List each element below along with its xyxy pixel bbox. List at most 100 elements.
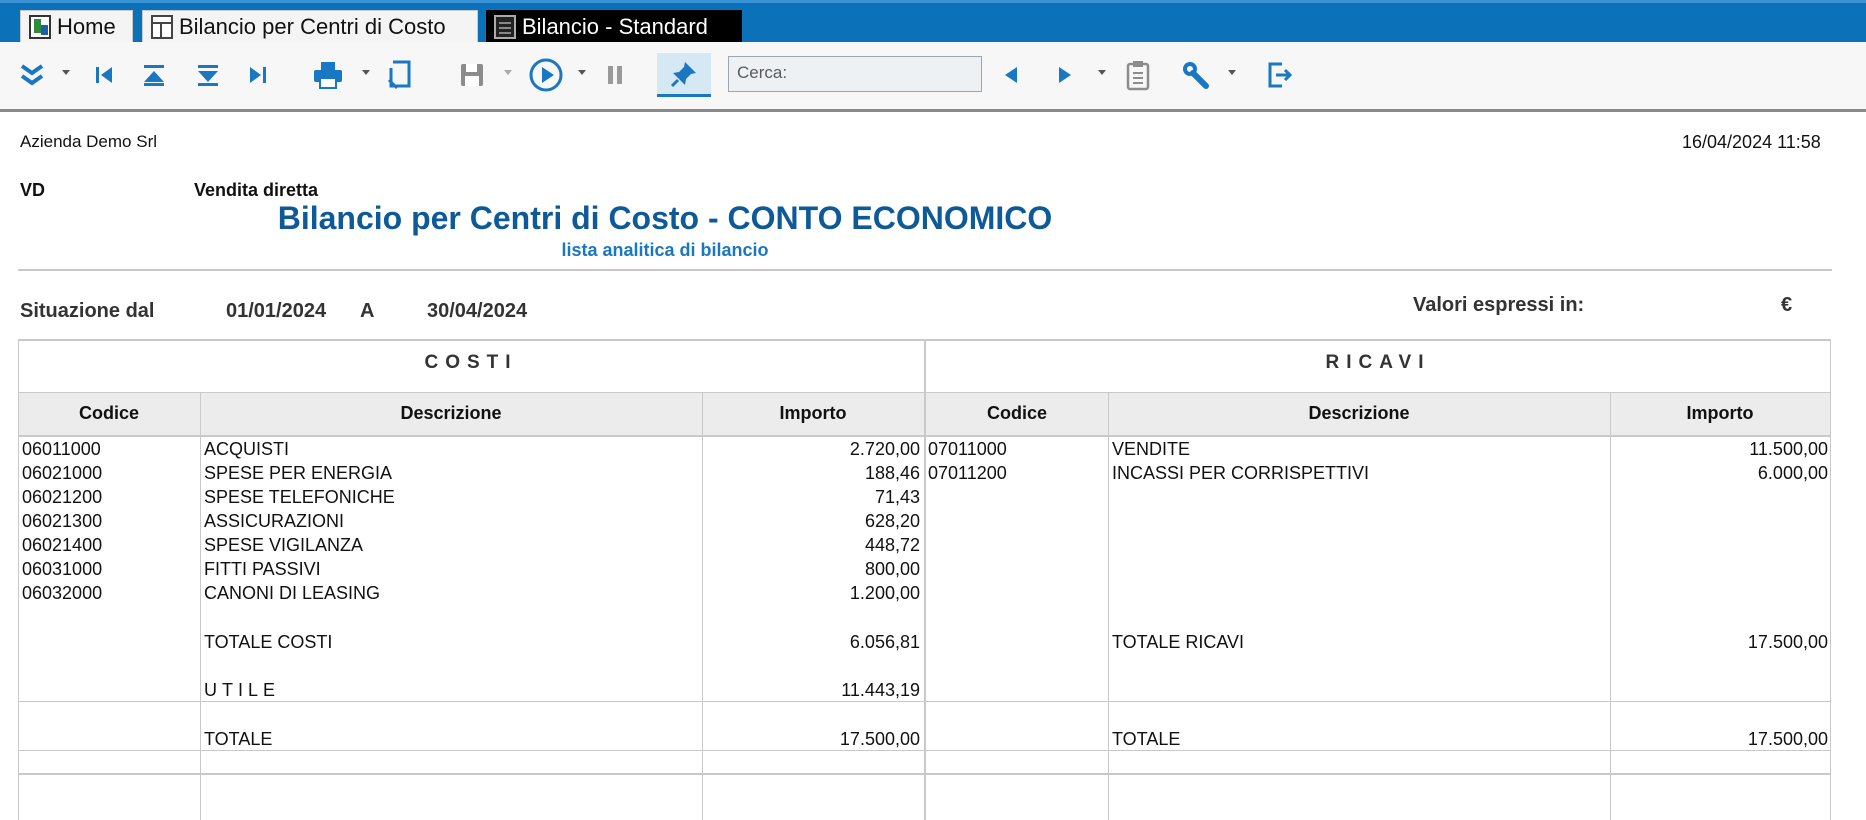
arrow-down-bar-icon: [198, 65, 218, 86]
totale-ricavi-value: 17.500,00: [1747, 632, 1828, 652]
costi-descrizione-cell: SPESE PER ENERGIA: [204, 463, 393, 483]
costi-codice-cell: 06021300: [22, 511, 103, 531]
ricavi-descrizione-header: Descrizione: [1308, 403, 1410, 423]
run-button[interactable]: [526, 53, 566, 97]
settings-button[interactable]: [1176, 53, 1216, 97]
first-page-icon: [96, 67, 112, 83]
col-divider-1: [200, 393, 201, 820]
costi-importo-cell: 188,46: [864, 463, 920, 483]
print-dropdown-arrow[interactable]: [362, 70, 370, 75]
print-preview-button[interactable]: [382, 53, 418, 97]
ricavi-importo-cell: 6.000,00: [1757, 463, 1828, 483]
col-divider-3: [1108, 393, 1109, 820]
costi-importo-cell: 1.200,00: [849, 583, 920, 603]
tab-bilancio-standard[interactable]: Bilancio - Standard: [486, 10, 742, 43]
arrow-up-bar-icon: [144, 65, 164, 86]
previous-page-button[interactable]: [136, 53, 172, 97]
expand-dropdown-arrow[interactable]: [62, 70, 70, 75]
first-page-button[interactable]: [86, 53, 122, 97]
ricavi-codice-cell: 07011000: [928, 439, 1007, 459]
exit-icon: [1268, 62, 1293, 88]
search-placeholder: Cerca:: [737, 63, 788, 82]
tab-home[interactable]: Home: [20, 10, 133, 43]
last-page-button[interactable]: [240, 53, 276, 97]
header-divider: [18, 269, 1832, 271]
tab-label: Bilancio per Centri di Costo: [179, 14, 446, 39]
save-dropdown-arrow[interactable]: [504, 70, 512, 75]
tab-label: Bilancio - Standard: [522, 13, 708, 39]
costi-importo-cell: 448,72: [864, 535, 920, 555]
costi-codice-cell: 06021000: [22, 463, 103, 483]
expand-all-button[interactable]: [14, 53, 50, 97]
totale-ricavi-finale-value: 17.500,00: [1747, 729, 1828, 749]
tab-label: Home: [57, 14, 116, 39]
costi-descrizione-cell: ACQUISTI: [204, 439, 290, 459]
valori-label: Valori espressi in:: [1413, 294, 1585, 316]
costi-importo-cell: 628,20: [864, 511, 920, 531]
costi-codice-cell: 06031000: [22, 559, 103, 579]
report-subtitle: lista analitica di bilancio: [561, 240, 769, 260]
costi-descrizione-header: Descrizione: [400, 403, 502, 423]
clipboard-button[interactable]: [1120, 53, 1156, 97]
ricavi-descrizione-cell: INCASSI PER CORRISPETTIVI: [1112, 463, 1370, 483]
next-page-button[interactable]: [190, 53, 226, 97]
cost-center-name: Vendita diretta: [194, 180, 319, 200]
costi-descrizione-cell: SPESE VIGILANZA: [204, 535, 364, 555]
ricavi-section-title: RICAVI: [1325, 352, 1431, 373]
situazione-label: Situazione dal: [20, 300, 155, 322]
costi-codice-cell: 06011000: [22, 439, 101, 459]
printer-icon: [314, 62, 342, 89]
page-icon: [387, 60, 411, 90]
triangle-right-icon: [1059, 67, 1071, 83]
totale-ricavi-finale-label: TOTALE: [1112, 729, 1181, 749]
run-dropdown-arrow[interactable]: [578, 70, 586, 75]
totale-costi-value: 6.056,81: [849, 632, 920, 652]
costi-descrizione-cell: FITTI PASSIVI: [204, 559, 321, 579]
pause-button[interactable]: [600, 53, 630, 97]
search-dropdown-arrow[interactable]: [1098, 70, 1106, 75]
ricavi-descrizione-cell: VENDITE: [1112, 439, 1191, 459]
pin-icon: [670, 61, 696, 87]
a-label: A: [360, 300, 375, 322]
date-to: 30/04/2024: [427, 300, 528, 322]
ricavi-importo-cell: 11.500,00: [1749, 439, 1828, 459]
costi-descrizione-cell: ASSICURAZIONI: [204, 511, 345, 531]
search-next-button[interactable]: [1050, 53, 1080, 97]
exit-button[interactable]: [1262, 53, 1298, 97]
clipboard-icon: [1126, 61, 1150, 91]
double-chevron-down-icon: [20, 64, 44, 86]
costi-descrizione-cell: SPESE TELEFONICHE: [204, 487, 395, 507]
save-button[interactable]: [454, 53, 490, 97]
ricavi-codice-header: Codice: [986, 403, 1047, 423]
wrench-icon: [1183, 62, 1209, 89]
ricavi-importo-header: Importo: [1686, 403, 1754, 423]
pin-button[interactable]: [657, 53, 711, 97]
tab-bar: Home Bilancio per Centri di Costo Bilanc…: [0, 0, 1866, 43]
costi-codice-header: Codice: [78, 403, 139, 423]
report-datetime: 16/04/2024 11:58: [1682, 132, 1821, 152]
totale-costi-finale-label: TOTALE: [204, 729, 273, 749]
costi-importo-cell: 71,43: [874, 487, 920, 507]
totale-costi-label: TOTALE COSTI: [204, 632, 333, 652]
print-button[interactable]: [308, 53, 348, 97]
costi-importo-cell: 800,00: [864, 559, 920, 579]
costi-codice-cell: 06032000: [22, 583, 103, 603]
document-icon: [494, 14, 516, 39]
search-input[interactable]: Cerca:: [728, 56, 982, 92]
tab-bilancio-centri-costo[interactable]: Bilancio per Centri di Costo: [142, 10, 478, 43]
utile-value: 11.443,19: [841, 680, 920, 700]
play-circle-icon: [529, 58, 563, 92]
toolbar: Cerca:: [0, 42, 1866, 112]
triangle-left-icon: [1005, 67, 1017, 83]
totale-costi-finale-value: 17.500,00: [839, 729, 920, 749]
table-icon: [151, 15, 173, 39]
settings-dropdown-arrow[interactable]: [1228, 70, 1236, 75]
search-previous-button[interactable]: [996, 53, 1026, 97]
costi-descrizione-cell: CANONI DI LEASING: [204, 583, 381, 603]
totale-ricavi-label: TOTALE RICAVI: [1112, 632, 1245, 652]
currency-symbol: €: [1781, 294, 1793, 316]
cost-center-code: VD: [20, 180, 46, 200]
costi-importo-header: Importo: [779, 403, 847, 423]
report-title: Bilancio per Centri di Costo - CONTO ECO…: [277, 200, 1053, 236]
ricavi-codice-cell: 07011200: [928, 463, 1007, 483]
